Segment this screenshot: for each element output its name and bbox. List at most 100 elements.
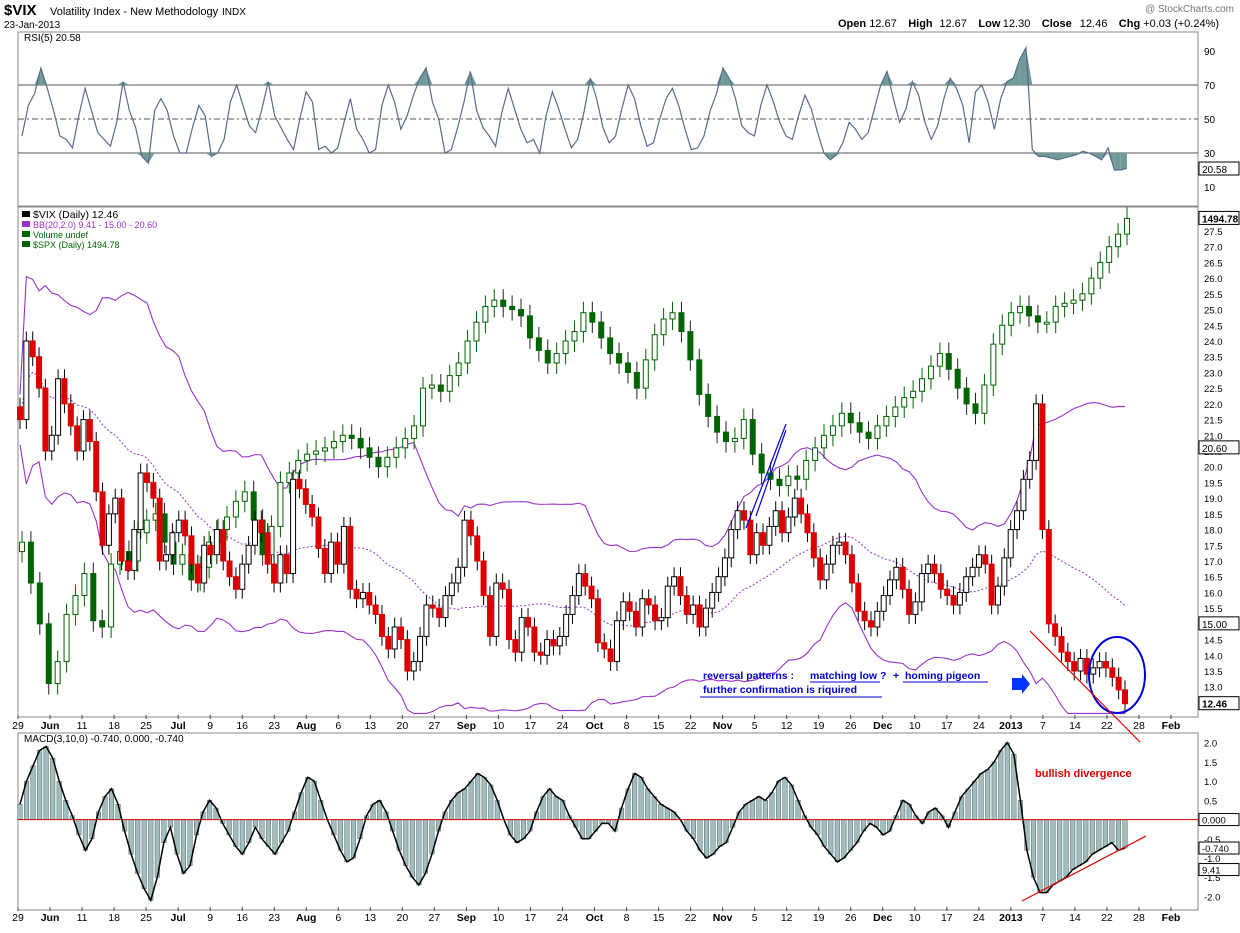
vix-candle bbox=[429, 604, 436, 609]
vix-candle bbox=[29, 340, 36, 358]
price-xaxis-tick-label: Nov bbox=[713, 720, 733, 732]
vix-candle bbox=[448, 582, 455, 597]
price-legend: $VIX (Daily) 12.46BB(20,2.0) 9.41 - 15.0… bbox=[22, 209, 157, 250]
annotation-homing-pigeon: homing pigeon bbox=[905, 670, 980, 682]
vix-candle bbox=[410, 661, 417, 672]
vix-candle bbox=[505, 588, 512, 641]
spx-candle bbox=[936, 353, 943, 367]
vix-candle bbox=[512, 639, 519, 653]
spx-candle bbox=[616, 353, 623, 364]
vix-candle bbox=[887, 579, 894, 597]
vix-candle bbox=[1039, 403, 1046, 531]
vix-candle bbox=[137, 472, 144, 531]
vix-candle bbox=[531, 626, 538, 653]
vix-candle bbox=[525, 617, 532, 628]
vix-candle bbox=[105, 513, 112, 546]
vix-candle bbox=[664, 585, 671, 619]
annotation-reversal-line2: further confirmation is riquired bbox=[703, 684, 857, 696]
price-tick-label: 24.0 bbox=[1204, 337, 1223, 348]
price-xaxis-tick-label: 6 bbox=[335, 720, 341, 732]
macd-histogram-bar bbox=[305, 777, 311, 820]
vix-candle bbox=[442, 595, 449, 619]
macd-xaxis-tick-label: 10 bbox=[493, 912, 505, 924]
legend-entry-2: Volume undef bbox=[33, 230, 89, 240]
vix-candle bbox=[810, 532, 817, 559]
price-tick-label: 24.5 bbox=[1204, 321, 1223, 332]
macd-histogram-bar bbox=[756, 796, 762, 820]
vix-candle bbox=[1045, 529, 1052, 625]
vix-candle bbox=[417, 635, 424, 663]
vix-candle bbox=[880, 595, 887, 612]
spx-candle bbox=[803, 459, 810, 480]
spx-candle bbox=[847, 412, 854, 424]
spx-candle bbox=[90, 573, 97, 622]
spx-candle bbox=[19, 541, 25, 553]
vix-candle bbox=[683, 595, 690, 615]
macd-tick-label: 2.0 bbox=[1204, 739, 1217, 750]
rsi-tick-label: 70 bbox=[1204, 81, 1216, 92]
vix-candle bbox=[1064, 651, 1071, 663]
spx-candle bbox=[179, 554, 186, 565]
macd-histogram-bar bbox=[1076, 819, 1082, 866]
spx-candle bbox=[402, 437, 409, 449]
vix-candle bbox=[493, 582, 500, 637]
spx-candle bbox=[63, 613, 70, 663]
spx-candle bbox=[330, 441, 337, 449]
macd-histogram-bar bbox=[775, 780, 781, 820]
macd-xaxis-tick-label: Aug bbox=[296, 912, 316, 924]
spx-candle bbox=[731, 437, 738, 443]
macd-xaxis-tick-label: 17 bbox=[525, 912, 537, 924]
macd-label: MACD(3,10,0) -0.740, 0.000, -0.740 bbox=[24, 734, 184, 745]
vix-candle bbox=[1007, 529, 1014, 559]
spx-candle bbox=[1079, 293, 1086, 301]
vix-candle bbox=[366, 591, 373, 606]
macd-histogram-bar bbox=[475, 773, 481, 820]
vix-candle bbox=[544, 639, 551, 656]
spx-candle bbox=[865, 431, 872, 439]
macd-histogram-bar bbox=[645, 788, 651, 820]
ohlc-label-1: High bbox=[908, 18, 933, 30]
vix-candle bbox=[829, 544, 836, 565]
macd-histogram-bar bbox=[697, 819, 703, 851]
macd-histogram-bar bbox=[1050, 819, 1056, 886]
spx-candle bbox=[455, 362, 462, 377]
vix-candle bbox=[315, 516, 322, 549]
macd-xaxis-tick-label: Feb bbox=[1162, 912, 1181, 924]
spx-candle bbox=[1070, 299, 1077, 304]
vix-candle bbox=[518, 617, 525, 653]
rsi-tick-label: 10 bbox=[1204, 183, 1216, 194]
price-xaxis-tick-label: Dec bbox=[873, 720, 892, 732]
spx-candle bbox=[776, 478, 783, 487]
vix-candle bbox=[690, 604, 697, 615]
ohlc-label-0: Open bbox=[838, 18, 866, 30]
spx-candle bbox=[740, 419, 747, 439]
vix-candle bbox=[1096, 661, 1103, 669]
vix-candle bbox=[594, 598, 601, 644]
price-xaxis-tick-label: 29 bbox=[12, 720, 24, 732]
vix-candle bbox=[956, 591, 963, 606]
spx-candle bbox=[509, 305, 516, 311]
price-xaxis-tick-label: 17 bbox=[941, 720, 953, 732]
watermark: @ StockCharts.com bbox=[1145, 4, 1234, 15]
vix-candle bbox=[963, 576, 970, 593]
price-tick-label: 19.5 bbox=[1204, 478, 1223, 489]
macd-xaxis-tick-label: 29 bbox=[12, 912, 24, 924]
macd-xaxis-tick-label: Nov bbox=[713, 912, 733, 924]
macd-xaxis-tick-label: 16 bbox=[236, 912, 248, 924]
price-xaxis-tick-label: 27 bbox=[429, 720, 441, 732]
vix-candle bbox=[353, 588, 360, 600]
vix-candle bbox=[937, 573, 944, 590]
rsi-oversold-fill bbox=[1120, 153, 1127, 170]
vix-candle bbox=[791, 497, 798, 518]
spx-candle bbox=[348, 434, 355, 439]
macd-histogram-bar bbox=[985, 769, 991, 820]
spx-candle bbox=[437, 384, 444, 392]
spx-candle bbox=[500, 299, 507, 307]
price-tick-label: 27.0 bbox=[1204, 243, 1223, 254]
vix-candle bbox=[772, 510, 779, 527]
legend-entry-1: BB(20,2.0) 9.41 - 15.00 - 20.60 bbox=[33, 220, 157, 230]
rsi-tick-label: 30 bbox=[1204, 149, 1216, 160]
spx-candle bbox=[232, 500, 239, 518]
price-tick-label: 21.5 bbox=[1204, 416, 1223, 427]
spx-candle bbox=[633, 371, 640, 389]
